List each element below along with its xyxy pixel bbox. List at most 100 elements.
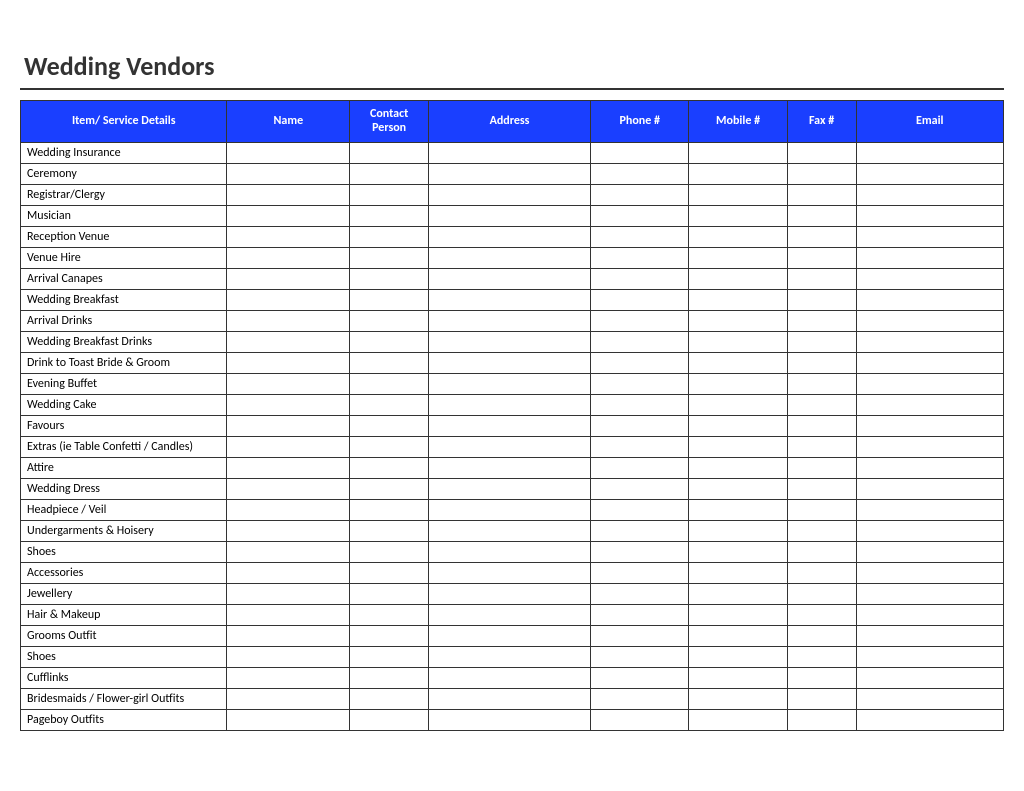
cell-email[interactable]: [856, 331, 1004, 352]
cell-name[interactable]: [227, 457, 350, 478]
cell-name[interactable]: [227, 667, 350, 688]
cell-mobile[interactable]: [689, 142, 787, 163]
cell-mobile[interactable]: [689, 604, 787, 625]
cell-address[interactable]: [428, 499, 590, 520]
cell-fax[interactable]: [787, 562, 856, 583]
cell-contact[interactable]: [350, 373, 429, 394]
cell-name[interactable]: [227, 520, 350, 541]
cell-address[interactable]: [428, 142, 590, 163]
cell-contact[interactable]: [350, 394, 429, 415]
cell-name[interactable]: [227, 310, 350, 331]
cell-mobile[interactable]: [689, 583, 787, 604]
cell-fax[interactable]: [787, 709, 856, 730]
cell-contact[interactable]: [350, 247, 429, 268]
cell-contact[interactable]: [350, 478, 429, 499]
cell-email[interactable]: [856, 457, 1004, 478]
cell-address[interactable]: [428, 583, 590, 604]
cell-phone[interactable]: [591, 499, 689, 520]
cell-item[interactable]: Favours: [21, 415, 227, 436]
cell-name[interactable]: [227, 436, 350, 457]
cell-contact[interactable]: [350, 331, 429, 352]
cell-mobile[interactable]: [689, 646, 787, 667]
cell-item[interactable]: Shoes: [21, 646, 227, 667]
cell-mobile[interactable]: [689, 310, 787, 331]
cell-item[interactable]: Undergarments & Hoisery: [21, 520, 227, 541]
cell-name[interactable]: [227, 373, 350, 394]
cell-mobile[interactable]: [689, 436, 787, 457]
cell-mobile[interactable]: [689, 541, 787, 562]
cell-contact[interactable]: [350, 436, 429, 457]
cell-phone[interactable]: [591, 520, 689, 541]
cell-email[interactable]: [856, 604, 1004, 625]
cell-mobile[interactable]: [689, 688, 787, 709]
cell-contact[interactable]: [350, 667, 429, 688]
cell-contact[interactable]: [350, 709, 429, 730]
cell-phone[interactable]: [591, 415, 689, 436]
cell-mobile[interactable]: [689, 373, 787, 394]
cell-fax[interactable]: [787, 310, 856, 331]
cell-phone[interactable]: [591, 646, 689, 667]
cell-item[interactable]: Bridesmaids / Flower-girl Outfits: [21, 688, 227, 709]
cell-contact[interactable]: [350, 646, 429, 667]
cell-contact[interactable]: [350, 583, 429, 604]
cell-item[interactable]: Drink to Toast Bride & Groom: [21, 352, 227, 373]
cell-email[interactable]: [856, 583, 1004, 604]
cell-contact[interactable]: [350, 457, 429, 478]
cell-name[interactable]: [227, 709, 350, 730]
cell-fax[interactable]: [787, 457, 856, 478]
cell-name[interactable]: [227, 562, 350, 583]
cell-address[interactable]: [428, 478, 590, 499]
cell-mobile[interactable]: [689, 457, 787, 478]
cell-name[interactable]: [227, 583, 350, 604]
cell-fax[interactable]: [787, 688, 856, 709]
cell-mobile[interactable]: [689, 520, 787, 541]
cell-address[interactable]: [428, 226, 590, 247]
cell-contact[interactable]: [350, 205, 429, 226]
cell-mobile[interactable]: [689, 667, 787, 688]
cell-fax[interactable]: [787, 436, 856, 457]
cell-email[interactable]: [856, 709, 1004, 730]
cell-phone[interactable]: [591, 604, 689, 625]
cell-name[interactable]: [227, 352, 350, 373]
cell-phone[interactable]: [591, 457, 689, 478]
cell-fax[interactable]: [787, 226, 856, 247]
cell-item[interactable]: Wedding Breakfast Drinks: [21, 331, 227, 352]
cell-mobile[interactable]: [689, 352, 787, 373]
cell-fax[interactable]: [787, 478, 856, 499]
cell-mobile[interactable]: [689, 163, 787, 184]
cell-fax[interactable]: [787, 541, 856, 562]
cell-fax[interactable]: [787, 625, 856, 646]
cell-phone[interactable]: [591, 289, 689, 310]
cell-phone[interactable]: [591, 226, 689, 247]
cell-address[interactable]: [428, 184, 590, 205]
cell-name[interactable]: [227, 415, 350, 436]
cell-mobile[interactable]: [689, 415, 787, 436]
cell-contact[interactable]: [350, 541, 429, 562]
cell-item[interactable]: Arrival Canapes: [21, 268, 227, 289]
cell-name[interactable]: [227, 541, 350, 562]
cell-email[interactable]: [856, 436, 1004, 457]
cell-phone[interactable]: [591, 205, 689, 226]
cell-fax[interactable]: [787, 646, 856, 667]
cell-phone[interactable]: [591, 268, 689, 289]
cell-phone[interactable]: [591, 709, 689, 730]
cell-address[interactable]: [428, 268, 590, 289]
cell-phone[interactable]: [591, 625, 689, 646]
cell-contact[interactable]: [350, 352, 429, 373]
cell-fax[interactable]: [787, 142, 856, 163]
cell-name[interactable]: [227, 268, 350, 289]
cell-contact[interactable]: [350, 142, 429, 163]
cell-fax[interactable]: [787, 184, 856, 205]
cell-name[interactable]: [227, 625, 350, 646]
cell-phone[interactable]: [591, 331, 689, 352]
cell-address[interactable]: [428, 709, 590, 730]
cell-email[interactable]: [856, 478, 1004, 499]
cell-item[interactable]: Attire: [21, 457, 227, 478]
cell-phone[interactable]: [591, 373, 689, 394]
cell-contact[interactable]: [350, 604, 429, 625]
cell-contact[interactable]: [350, 289, 429, 310]
cell-item[interactable]: Grooms Outfit: [21, 625, 227, 646]
cell-name[interactable]: [227, 289, 350, 310]
cell-item[interactable]: Venue Hire: [21, 247, 227, 268]
cell-phone[interactable]: [591, 688, 689, 709]
